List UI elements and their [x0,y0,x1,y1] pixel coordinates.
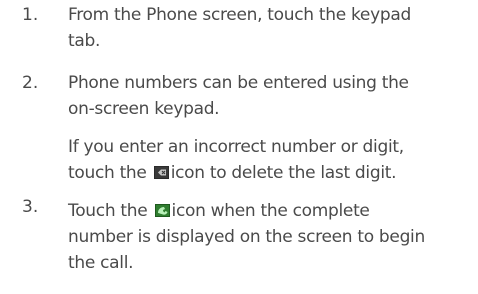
note-line: touch the icon to delete the last digit. [68,160,468,186]
step-text: From the Phone screen, touch the keypad … [68,2,468,54]
step-number: 1. [22,5,39,25]
step-text: Touch the icon when the complete number … [68,198,468,276]
step-line: on-screen keypad. [68,99,220,119]
step-text-after: icon when the complete [171,201,370,221]
step-text-before: Touch the [68,201,148,221]
note-text: If you enter an incorrect number or digi… [68,134,468,186]
step-text: Phone numbers can be entered using the o… [68,70,468,122]
step-line: Phone numbers can be entered using the [68,73,409,93]
note-text-after: icon to delete the last digit. [170,163,397,183]
step-line: tab. [68,31,101,51]
backspace-delete-icon [153,166,169,179]
call-dial-icon [154,204,170,217]
note-text-before: touch the [68,163,147,183]
step-number: 2. [22,73,39,93]
step-number: 3. [22,197,39,217]
step-line: Touch the icon when the complete [68,198,468,224]
step-line: From the Phone screen, touch the keypad [68,5,411,25]
step-line: the call. [68,253,134,273]
note-line: If you enter an incorrect number or digi… [68,137,404,157]
step-line: number is displayed on the screen to beg… [68,227,425,247]
